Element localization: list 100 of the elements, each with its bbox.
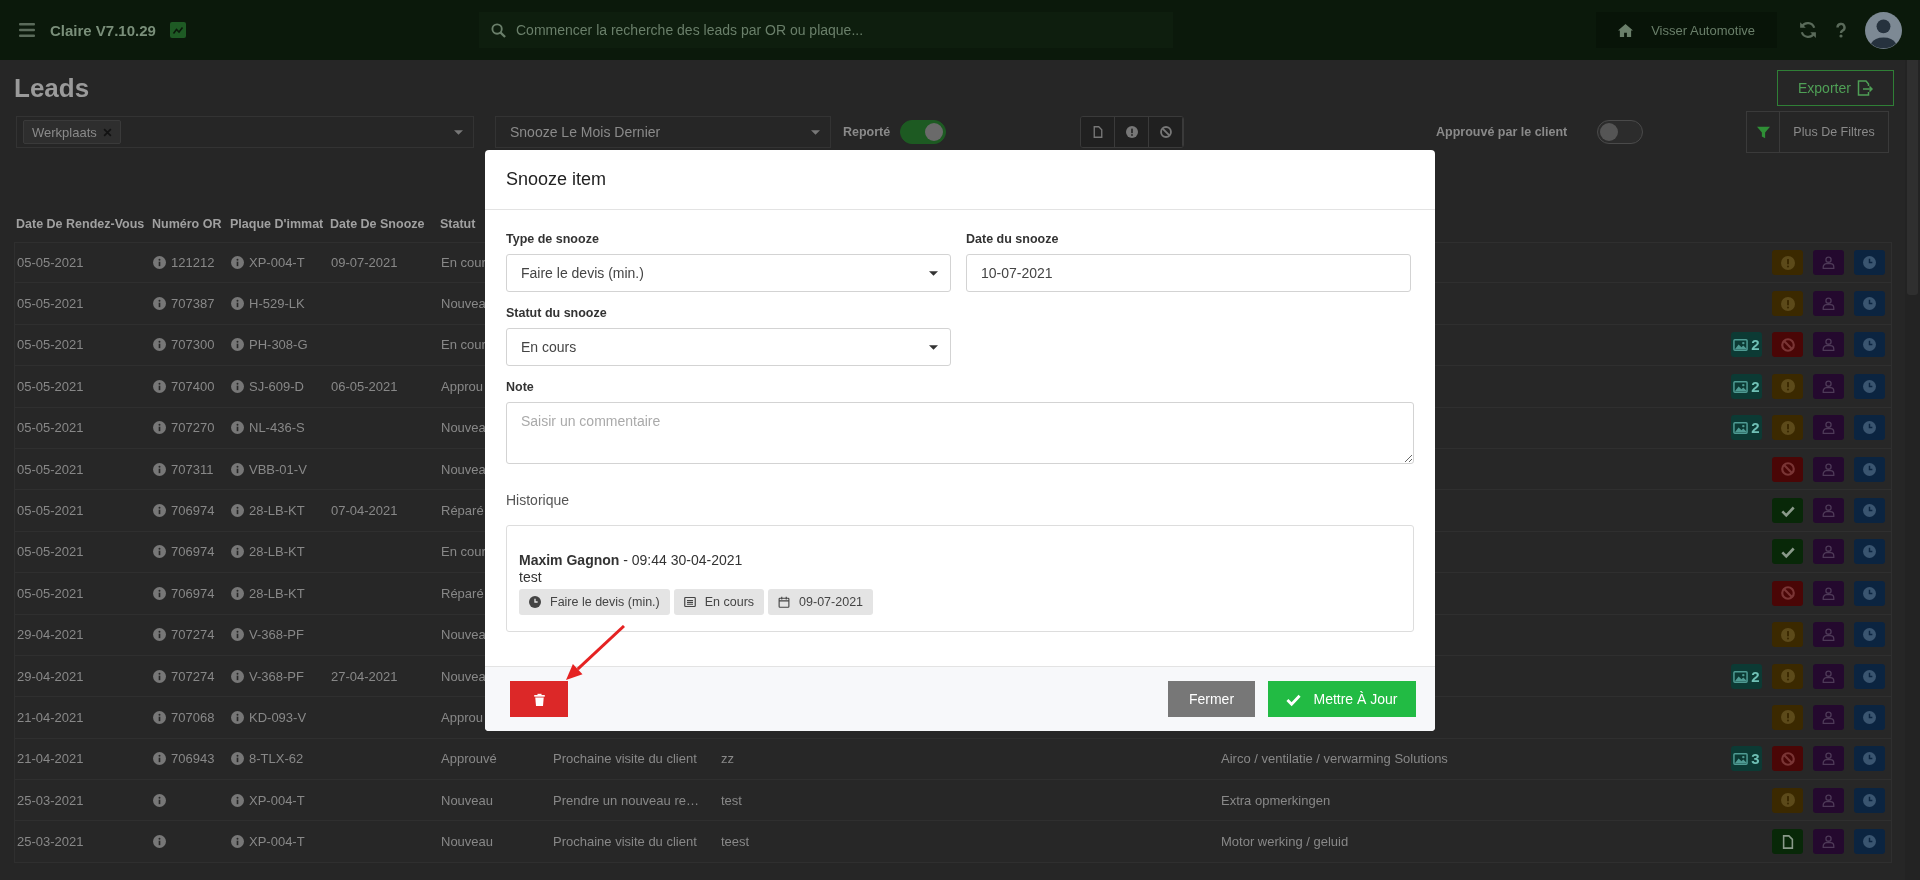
ban-icon (1780, 337, 1795, 352)
clock-icon (529, 596, 541, 608)
date-cell: 09-07-2021 (331, 255, 398, 271)
exclamation-icon (1780, 379, 1795, 394)
approved-toggle[interactable] (1597, 120, 1643, 144)
clock-button[interactable] (1854, 498, 1885, 524)
exclamation-icon (1780, 793, 1795, 808)
clock-button[interactable] (1854, 291, 1885, 317)
order-number: 121212 (171, 255, 215, 271)
date-cell: 25-03-2021 (17, 834, 84, 850)
app-badge-icon (169, 22, 186, 38)
export-button[interactable]: Exporter (1777, 70, 1894, 106)
more-filters-button[interactable]: Plus De Filtres (1746, 111, 1889, 153)
status-cell: Nouvea (441, 420, 486, 436)
clock-button[interactable] (1854, 663, 1885, 689)
date-cell: 06-05-2021 (331, 378, 398, 394)
date-cell: 25-03-2021 (17, 792, 84, 808)
person-button[interactable] (1813, 829, 1844, 855)
person-button[interactable] (1813, 580, 1844, 606)
plate-number: XP-004-T (249, 834, 305, 850)
clock-button[interactable] (1854, 250, 1885, 276)
info-icon (231, 421, 244, 435)
photos-button[interactable]: 2 (1731, 663, 1762, 689)
ban-icon (1780, 462, 1795, 477)
status-button[interactable] (1772, 539, 1803, 565)
search-field[interactable]: Commencer la recherche des leads par OR ou plaque... (479, 12, 1173, 48)
tag-label: Faire le devis (min.) (550, 595, 660, 609)
clock-icon (1863, 504, 1876, 518)
exclamation-icon (1780, 296, 1795, 311)
person-button[interactable] (1813, 663, 1844, 689)
delete-button[interactable] (510, 681, 568, 717)
exclamation-icon (1780, 420, 1795, 435)
scrollbar-thumb[interactable] (1907, 60, 1918, 295)
person-button[interactable] (1813, 498, 1844, 524)
column-header: Statut (440, 216, 476, 231)
column-header: Date De Rendez-Vous (16, 216, 145, 231)
clock-button[interactable] (1854, 415, 1885, 441)
date-cell: 05-05-2021 (17, 585, 84, 601)
clock-icon (1863, 628, 1876, 642)
clock-button[interactable] (1854, 373, 1885, 399)
person-button[interactable] (1813, 415, 1844, 441)
clock-button[interactable] (1854, 746, 1885, 772)
garage-button[interactable]: Visser Automotive (1596, 12, 1777, 48)
info-icon (153, 338, 166, 352)
photos-button[interactable]: 2 (1731, 373, 1762, 399)
person-button[interactable] (1813, 373, 1844, 399)
photos-button[interactable]: 3 (1731, 746, 1762, 772)
date-cell: 05-05-2021 (17, 503, 84, 519)
person-icon (1822, 586, 1835, 600)
photos-button[interactable]: 2 (1731, 332, 1762, 358)
clock-button[interactable] (1854, 829, 1885, 855)
note-field[interactable]: Saisir un commentaire (506, 402, 1414, 464)
clock-button[interactable] (1854, 539, 1885, 565)
info-icon (231, 752, 244, 766)
close-button[interactable]: Fermer (1168, 681, 1255, 717)
person-button[interactable] (1813, 746, 1844, 772)
person-button[interactable] (1813, 250, 1844, 276)
date-field[interactable]: 10-07-2021 (966, 254, 1411, 292)
person-button[interactable] (1813, 332, 1844, 358)
status-button[interactable] (1772, 498, 1803, 524)
table-cell: teest (721, 834, 750, 850)
clock-button[interactable] (1854, 580, 1885, 606)
person-button[interactable] (1813, 291, 1844, 317)
workshop-select[interactable]: Werkplaats (16, 116, 474, 148)
field-label: Date du snooze (966, 232, 1060, 247)
document-filter-button[interactable] (1081, 117, 1115, 147)
date-cell: 27-04-2021 (331, 668, 398, 684)
status-cell: En cour (441, 337, 486, 353)
info-icon (231, 711, 244, 724)
person-button[interactable] (1813, 622, 1844, 648)
history-text: test (519, 568, 543, 586)
clock-button[interactable] (1854, 787, 1885, 813)
snooze-status-select[interactable]: En cours (506, 328, 951, 366)
photo-icon (1733, 668, 1749, 684)
person-icon (1822, 711, 1835, 724)
info-icon (153, 752, 166, 766)
photos-button[interactable]: 2 (1731, 415, 1762, 441)
info-icon (153, 256, 166, 270)
reported-toggle[interactable] (900, 120, 946, 144)
status-button[interactable] (1772, 829, 1803, 855)
clock-button[interactable] (1854, 332, 1885, 358)
person-button[interactable] (1813, 539, 1844, 565)
clock-button[interactable] (1854, 456, 1885, 482)
ban-icon (1780, 751, 1795, 766)
person-button[interactable] (1813, 787, 1844, 813)
info-icon (153, 421, 166, 435)
person-button[interactable] (1813, 705, 1844, 730)
snooze-type-select[interactable]: Faire le devis (min.) (506, 254, 951, 292)
person-button[interactable] (1813, 456, 1844, 482)
tag-label: En cours (704, 595, 755, 609)
person-icon (1822, 835, 1835, 849)
info-icon (153, 628, 166, 642)
info-icon (153, 379, 166, 393)
clock-button[interactable] (1854, 705, 1885, 730)
status-cell: En cour (441, 255, 486, 271)
period-select[interactable]: Snooze Le Mois Dernier (495, 116, 831, 148)
warning-filter-button[interactable] (1115, 117, 1149, 147)
clock-button[interactable] (1854, 622, 1885, 648)
blocked-filter-button[interactable] (1149, 117, 1183, 147)
annotation-arrow (565, 625, 625, 681)
